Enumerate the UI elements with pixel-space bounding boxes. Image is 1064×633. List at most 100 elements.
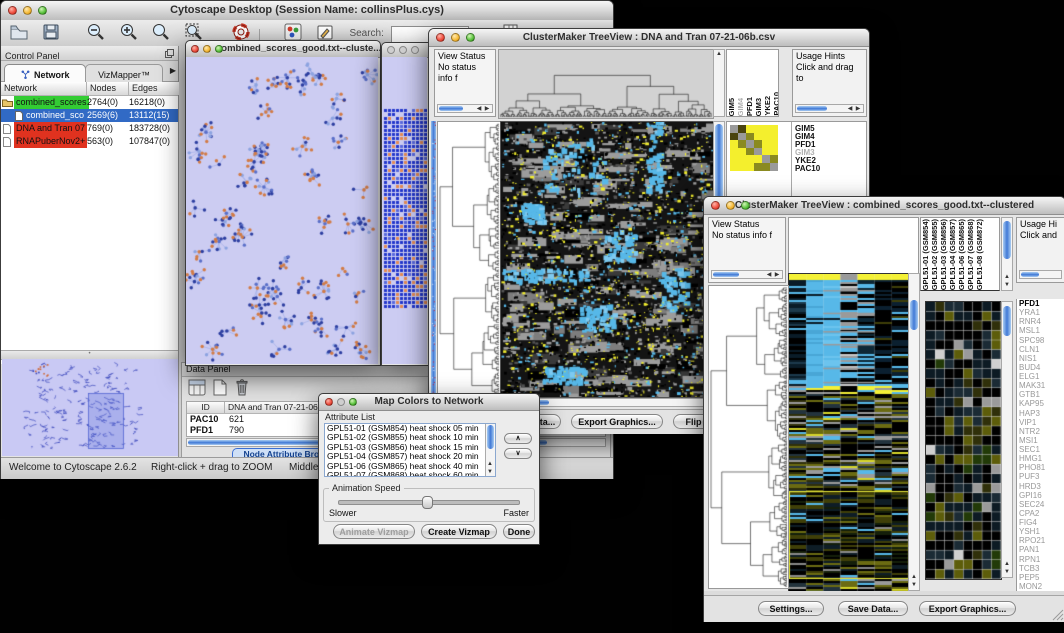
create-vizmap-button[interactable]: Create Vizmap [421, 524, 497, 539]
gene-item[interactable]: PEP5 [1019, 573, 1064, 582]
tv2-heatmap[interactable] [788, 273, 910, 593]
minimize-button[interactable] [451, 33, 460, 42]
zoom-window-button[interactable] [411, 46, 419, 54]
tv2-column-tree-area[interactable] [788, 217, 919, 273]
gene-item[interactable]: MSI1 [1019, 436, 1064, 445]
vlab-item[interactable]: GIM4 [736, 98, 745, 116]
attribute-list-scroll[interactable] [485, 424, 495, 476]
mini-heatmap-cell[interactable] [730, 148, 738, 156]
mini-heatmap-cell[interactable] [730, 140, 738, 148]
mini-heatmap-cell[interactable] [738, 125, 746, 133]
gene-item[interactable]: YSH1 [1019, 527, 1064, 536]
select-attributes-icon[interactable] [188, 379, 206, 396]
gene-item[interactable]: SEC24 [1019, 500, 1064, 509]
minimize-button[interactable] [726, 201, 735, 210]
zoom-window-button[interactable] [466, 33, 475, 42]
new-attribute-icon[interactable] [212, 379, 228, 396]
col-edges[interactable]: Edges [129, 82, 179, 95]
birdseye-view[interactable] [2, 359, 178, 456]
help-ring-icon[interactable] [231, 22, 251, 42]
close-button[interactable] [325, 398, 333, 406]
vlab-item[interactable]: GPL51-08 (GSM872) [975, 219, 984, 290]
minimize-button[interactable] [399, 46, 407, 54]
mini-heatmap-cell[interactable] [762, 163, 770, 171]
tv1-heatmap[interactable] [500, 121, 714, 398]
tv1-global-strip[interactable] [431, 121, 436, 396]
gene-item[interactable]: BUD4 [1019, 363, 1064, 372]
gene-item[interactable]: GPI16 [1019, 491, 1064, 500]
gene-item[interactable]: VIP1 [1019, 418, 1064, 427]
gene-item[interactable]: HRD3 [1019, 482, 1064, 491]
done-button[interactable]: Done [503, 524, 535, 539]
gene-item[interactable]: MON2 [1019, 582, 1064, 591]
tv1-status-scroll[interactable] [437, 104, 493, 113]
mini-heatmap-cell[interactable] [754, 155, 762, 163]
mini-heatmap-cell[interactable] [738, 140, 746, 148]
gene-item[interactable]: PFD1 [1019, 299, 1064, 308]
delete-attribute-icon[interactable] [234, 378, 250, 397]
gene-item[interactable]: RPO21 [1019, 536, 1064, 545]
gene-item[interactable]: PHO81 [1019, 463, 1064, 472]
gene-item[interactable]: MSL1 [1019, 326, 1064, 335]
main-titlebar[interactable]: Cytoscape Desktop (Session Name: collins… [1, 1, 613, 21]
network-view-2-titlebar[interactable] [382, 43, 429, 58]
float-panel-icon[interactable] [165, 49, 174, 58]
zoom-window-button[interactable] [215, 45, 223, 53]
tv1-row-dendrogram[interactable] [437, 121, 501, 398]
mini-heatmap-cell[interactable] [770, 163, 778, 171]
vlab-item[interactable]: GPL51-06 (GSM865) [957, 219, 966, 290]
mini-heatmap-cell[interactable] [730, 163, 738, 171]
tv1-mini-heatmap[interactable] [730, 125, 778, 171]
mini-heatmap-cell[interactable] [770, 140, 778, 148]
id-column[interactable]: ID [187, 402, 225, 413]
mini-heatmap-cell[interactable] [762, 133, 770, 141]
mini-heatmap-cell[interactable] [770, 125, 778, 133]
tv2-column-labels[interactable]: GPL51-01 (GSM854)GPL51-02 (GSM855)GPL51-… [920, 217, 1000, 291]
attribute-item[interactable]: GPL51-07 (GSM868) heat shock 60 min [325, 471, 495, 477]
network-canvas-2[interactable] [382, 57, 427, 364]
mini-heatmap-cell[interactable] [762, 155, 770, 163]
zoom-fit-icon[interactable] [184, 22, 204, 42]
tab-overflow-icon[interactable]: ▶ [170, 66, 176, 75]
close-button[interactable] [436, 33, 445, 42]
mini-heatmap-cell[interactable] [762, 140, 770, 148]
gene-item[interactable]: NIS1 [1019, 354, 1064, 363]
open-session-icon[interactable] [9, 22, 29, 42]
attribute-list[interactable]: GPL51-01 (GSM854) heat shock 05 minGPL51… [324, 423, 496, 477]
mini-heatmap-cell[interactable] [730, 125, 738, 133]
gene-item[interactable]: RPN1 [1019, 555, 1064, 564]
zoom-window-button[interactable] [38, 6, 47, 15]
mini-heatmap-cell[interactable] [754, 148, 762, 156]
minimize-button[interactable] [203, 45, 211, 53]
col-nodes[interactable]: Nodes [87, 82, 129, 95]
mini-heatmap-cell[interactable] [738, 148, 746, 156]
mini-heatmap-cell[interactable] [754, 140, 762, 148]
move-down-button[interactable]: ∨ [504, 448, 532, 459]
gene-item[interactable]: YRA1 [1019, 308, 1064, 317]
tv2-settings-button[interactable]: Settings... [758, 601, 824, 616]
mini-heatmap-cell[interactable] [738, 155, 746, 163]
zoom-in-icon[interactable] [119, 22, 139, 42]
zoom-window-button[interactable] [349, 398, 357, 406]
network-row-dna-tran[interactable]: DNA and Tran 07 769(0) 183728(0) [1, 122, 178, 135]
mini-heatmap-cell[interactable] [738, 163, 746, 171]
tv2-gene-list[interactable]: PFD1YRA1RNR4MSL1SPC98CLN1NIS1BUD4ELG1MAK… [1016, 299, 1064, 591]
network-row-selected[interactable]: combined_sco 2569(6) 13112(15) [1, 109, 178, 122]
tv2-zoom-vscroll[interactable] [1001, 301, 1013, 578]
gene-item[interactable]: FIG4 [1019, 518, 1064, 527]
vlab-item[interactable]: GPL51-02 (GSM855) [930, 219, 939, 290]
vlab-item[interactable]: GPL51-07 (GSM868) [966, 219, 975, 290]
gene-item[interactable]: HAP3 [1019, 409, 1064, 418]
mini-heatmap-cell[interactable] [730, 155, 738, 163]
treeview2-titlebar[interactable]: ClusterMaker TreeView : combined_scores_… [704, 197, 1064, 215]
mini-heatmap-cell[interactable] [770, 133, 778, 141]
tv2-export-graphics-button[interactable]: Export Graphics... [919, 601, 1016, 616]
vlab-item[interactable]: PFD1 [745, 97, 754, 116]
vlab-item[interactable]: YKE2 [763, 96, 772, 116]
mini-heatmap-cell[interactable] [770, 148, 778, 156]
tv2-collabel-scroll[interactable] [1001, 217, 1013, 291]
vizmapper-icon[interactable] [283, 22, 303, 42]
minimize-button[interactable] [23, 6, 32, 15]
vlab-item[interactable]: GPL51-03 (GSM856) [939, 219, 948, 290]
tv2-row-dendrogram[interactable] [708, 285, 789, 589]
